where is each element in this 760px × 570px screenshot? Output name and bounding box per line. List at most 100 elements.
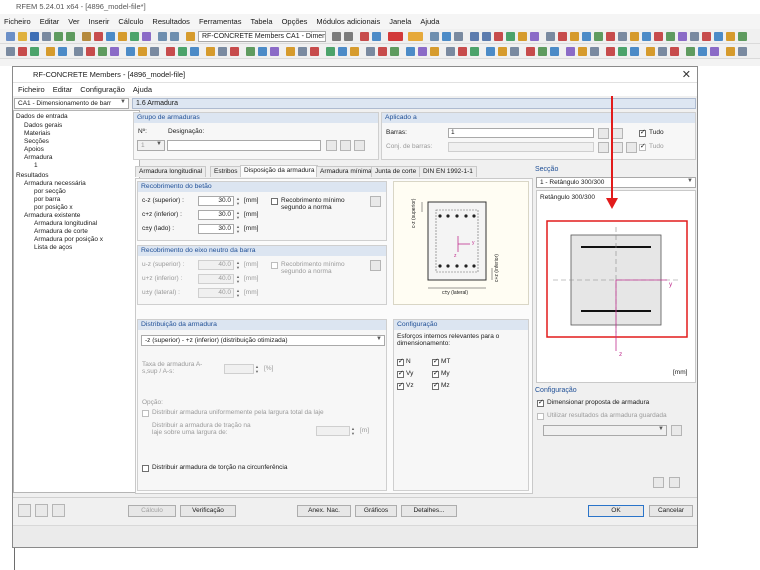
tool-icon[interactable] [286, 47, 295, 56]
annex-button[interactable]: Anex. Nac. [297, 505, 351, 517]
tool-icon[interactable] [470, 47, 479, 56]
axis-top-input[interactable]: 40.0 [198, 260, 234, 270]
app-menu-view[interactable]: Ver [68, 17, 79, 26]
tool-icon[interactable] [482, 32, 491, 41]
folder-icon[interactable] [626, 142, 637, 153]
tool-icon[interactable] [118, 32, 127, 41]
app-menu-calculate[interactable]: Cálculo [118, 17, 143, 26]
print-icon[interactable] [42, 32, 51, 41]
tool-icon[interactable] [710, 47, 719, 56]
ok-button[interactable]: OK [588, 505, 644, 517]
bars-input[interactable]: 1 [448, 128, 594, 138]
undo-icon[interactable] [54, 32, 63, 41]
tool-icon[interactable] [372, 32, 381, 41]
tool-icon[interactable] [378, 47, 387, 56]
all-sets-checkbox[interactable] [639, 142, 646, 151]
tool-icon[interactable] [446, 47, 455, 56]
pick-sets-icon[interactable] [612, 142, 623, 153]
sets-input[interactable] [448, 142, 594, 152]
tool-icon[interactable] [366, 47, 375, 56]
app-menu-table[interactable]: Tabela [250, 17, 272, 26]
tool-icon[interactable] [258, 47, 267, 56]
select-sets-icon[interactable] [598, 142, 609, 153]
nav-item-by-bar[interactable]: por barra [34, 196, 60, 203]
tab-shear-joint[interactable]: Junta de corte [371, 166, 421, 177]
nav-item-required[interactable]: Armadura necessária [24, 180, 86, 187]
app-menu-tools[interactable]: Ferramentas [199, 17, 242, 26]
spin-icon[interactable]: ▲ ▼ [350, 426, 356, 436]
tool-icon[interactable] [158, 32, 167, 41]
norm-icon[interactable] [370, 260, 381, 271]
tool-icon[interactable] [86, 47, 95, 56]
results-icon[interactable] [408, 32, 423, 41]
tool-icon[interactable] [510, 47, 519, 56]
dialog-menu-settings[interactable]: Configuração [80, 85, 125, 94]
nav-item-by-position[interactable]: por posição x [34, 204, 73, 211]
tool-icon[interactable] [570, 32, 579, 41]
nav-item-longitudinal[interactable]: Armadura longitudinal [34, 220, 97, 227]
all-bars-checkbox[interactable] [639, 128, 646, 137]
tool-icon[interactable] [606, 32, 615, 41]
saved-results-combo[interactable]: ▼ [543, 425, 667, 436]
saved-results-checkbox[interactable] [537, 413, 544, 420]
tool-icon[interactable] [618, 47, 627, 56]
cover-top-input[interactable]: 30.0 [198, 196, 234, 206]
axis-bottom-input[interactable]: 40.0 [198, 274, 234, 284]
app-menu-window[interactable]: Janela [389, 17, 411, 26]
tool-icon[interactable] [270, 47, 279, 56]
export-icon[interactable] [669, 477, 680, 488]
tool-icon[interactable] [206, 47, 215, 56]
cover-bottom-input[interactable]: 30.0 [198, 210, 234, 220]
tool-icon[interactable] [430, 47, 439, 56]
section-combo[interactable]: 1 - Retângulo 300/300 ▼ [536, 177, 696, 188]
spin-icon[interactable]: ▲ ▼ [235, 274, 241, 284]
tool-icon[interactable] [690, 32, 699, 41]
nav-item-general[interactable]: Dados gerais [24, 122, 62, 129]
spin-icon[interactable]: ▲ ▼ [235, 196, 241, 206]
tool-icon[interactable] [6, 47, 15, 56]
nav-item-supports[interactable]: Apoios [24, 146, 44, 153]
cover-side-input[interactable]: 30.0 [198, 224, 234, 234]
designation-input[interactable] [167, 140, 321, 151]
tab-din-en[interactable]: DIN EN 1992-1-1 [419, 166, 477, 177]
spin-icon[interactable]: ▲ ▼ [235, 288, 241, 298]
tool-icon[interactable] [178, 47, 187, 56]
tool-icon[interactable] [170, 32, 179, 41]
tool-icon[interactable] [230, 47, 239, 56]
close-icon[interactable]: ✕ [682, 68, 691, 81]
tool-icon[interactable] [430, 32, 439, 41]
nav-item-shear[interactable]: Armadura de corte [34, 228, 88, 235]
tool-icon[interactable] [538, 47, 547, 56]
cancel-button[interactable]: Cancelar [649, 505, 693, 517]
tool-icon[interactable] [566, 47, 575, 56]
tool-icon[interactable] [550, 47, 559, 56]
tool-icon[interactable] [138, 47, 147, 56]
tool-icon[interactable] [470, 32, 479, 41]
tool-icon[interactable] [618, 32, 627, 41]
tab-minimum[interactable]: Armadura mínima [316, 166, 376, 177]
force-mt-checkbox[interactable] [432, 357, 439, 366]
tool-icon[interactable] [142, 32, 151, 41]
tool-icon[interactable] [442, 32, 451, 41]
tool-icon[interactable] [594, 32, 603, 41]
import-icon[interactable] [653, 477, 664, 488]
tool-icon[interactable] [130, 32, 139, 41]
tool-icon[interactable] [666, 32, 675, 41]
tool-icon[interactable] [558, 32, 567, 41]
verify-button[interactable]: Verificação [180, 505, 236, 517]
tool-icon[interactable] [654, 32, 663, 41]
axis-min-checkbox[interactable] [271, 262, 278, 269]
tool-icon[interactable] [82, 32, 91, 41]
tool-icon[interactable] [326, 47, 335, 56]
prev-icon[interactable] [332, 32, 341, 41]
tool-icon[interactable] [526, 47, 535, 56]
redo-icon[interactable] [66, 32, 75, 41]
nav-item-materials[interactable]: Materiais [24, 130, 50, 137]
tool-icon[interactable] [106, 32, 115, 41]
tool-icon[interactable] [390, 47, 399, 56]
tool-icon[interactable] [630, 32, 639, 41]
tool-icon[interactable] [58, 47, 67, 56]
app-menu-options[interactable]: Opções [282, 17, 308, 26]
tool-icon[interactable] [646, 47, 655, 56]
tool-icon[interactable] [498, 47, 507, 56]
